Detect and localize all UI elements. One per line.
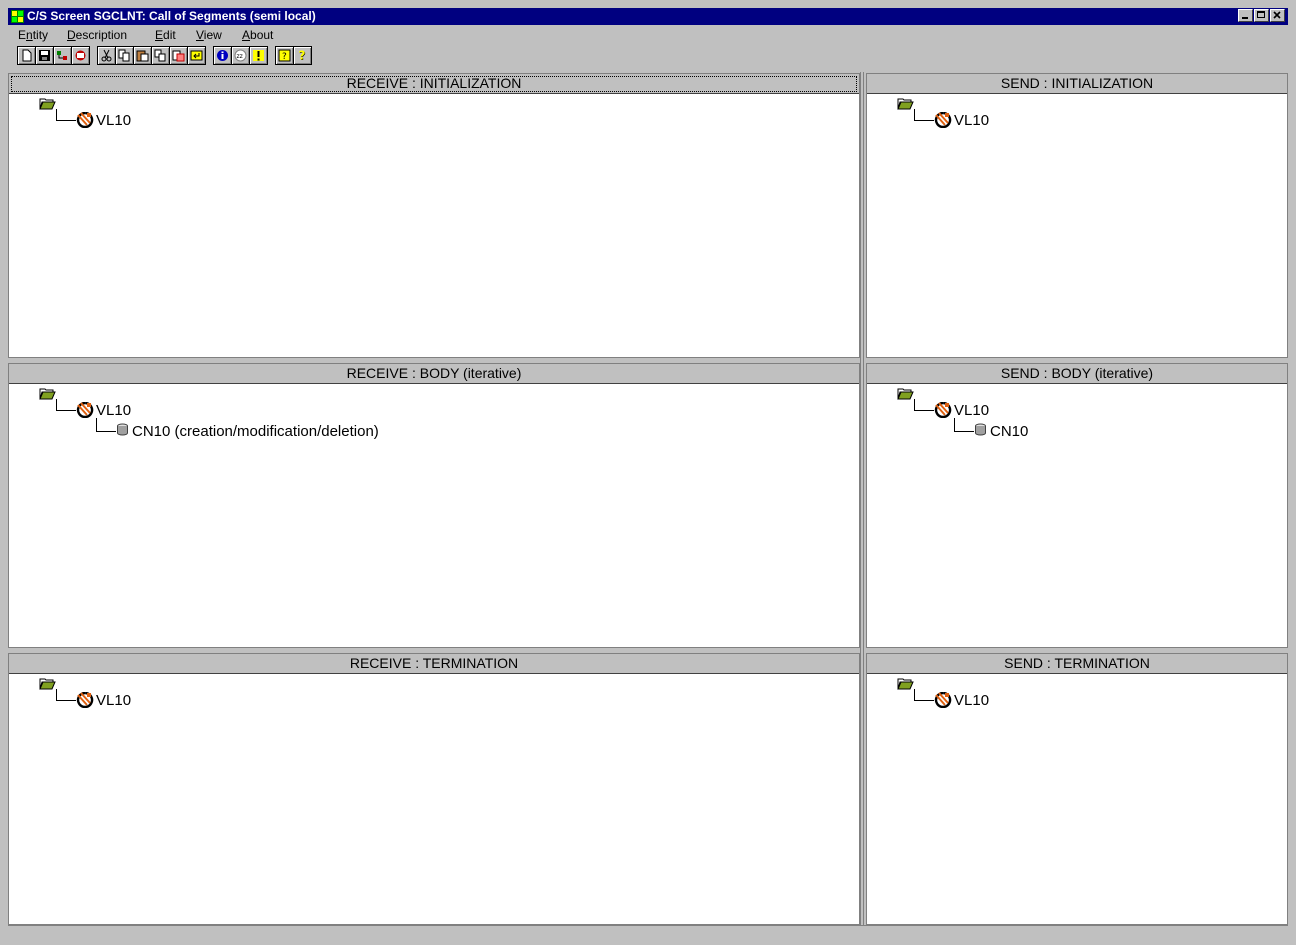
window-title: C/S Screen SGCLNT: Call of Segments (sem…	[27, 9, 316, 23]
tree-connector	[954, 418, 974, 432]
tree-receive-initialization: VL10	[9, 94, 859, 357]
tree-icon[interactable]	[53, 46, 72, 65]
pane-header-receive-termination[interactable]: RECEIVE : TERMINATION	[9, 654, 859, 674]
tree-connector	[96, 418, 116, 432]
pane-receive-termination: RECEIVE : TERMINATION VL10	[8, 653, 860, 925]
close-icon[interactable]	[1270, 9, 1285, 22]
menu-about[interactable]: About	[242, 27, 273, 43]
tree-node-label: VL10	[96, 692, 132, 709]
duplicate-icon[interactable]	[151, 46, 170, 65]
pane-receive-body: RECEIVE : BODY (iterative) VL10 CN10 (cre…	[8, 363, 860, 648]
menu-bar: Entity Description Edit View About	[8, 26, 1288, 44]
tree-connector	[56, 689, 76, 701]
toolbar: zz ? ??	[17, 46, 817, 66]
pane-header-send-body[interactable]: SEND : BODY (iterative)	[867, 364, 1287, 384]
pane-header-send-termination[interactable]: SEND : TERMINATION	[867, 654, 1287, 674]
tree-node-label: CN10	[990, 423, 1029, 440]
exclamation-icon[interactable]	[249, 46, 268, 65]
copy-icon[interactable]	[115, 46, 134, 65]
vertical-splitter[interactable]	[860, 72, 864, 925]
tree-node-label: VL10	[954, 692, 990, 709]
tree-send-termination: VL10	[867, 674, 1287, 924]
grid-app-icon[interactable]	[11, 10, 24, 23]
tree-node-label: CN10 (creation/modification/deletion)	[132, 423, 379, 440]
menu-description[interactable]: Description	[67, 27, 127, 43]
pane-send-initialization: SEND : INITIALIZATION VL10	[866, 73, 1288, 358]
title-bar: C/S Screen SGCLNT: Call of Segments (sem…	[8, 8, 1288, 25]
tree-node-label: VL10	[96, 112, 132, 129]
tree-connector	[56, 109, 76, 121]
pane-header-receive-initialization[interactable]: RECEIVE : INITIALIZATION	[9, 74, 859, 94]
tree-connector	[914, 399, 934, 411]
pane-header-send-initialization[interactable]: SEND : INITIALIZATION	[867, 74, 1287, 94]
menu-entity[interactable]: Entity	[18, 27, 48, 43]
enter-icon[interactable]	[187, 46, 206, 65]
minimize-icon[interactable]	[1238, 9, 1253, 22]
tree-connector	[914, 109, 934, 121]
new-icon[interactable]	[17, 46, 36, 65]
paste-icon[interactable]	[133, 46, 152, 65]
maximize-icon[interactable]	[1254, 9, 1269, 22]
tree-connector	[914, 689, 934, 701]
tree-connector	[56, 399, 76, 411]
menu-view[interactable]: View	[196, 27, 222, 43]
info-icon[interactable]	[213, 46, 232, 65]
help-icon[interactable]: ?	[275, 46, 294, 65]
cut-icon[interactable]	[97, 46, 116, 65]
pane-header-receive-body[interactable]: RECEIVE : BODY (iterative)	[9, 364, 859, 384]
status-bar	[8, 925, 1288, 945]
menu-edit[interactable]: Edit	[155, 27, 176, 43]
tree-receive-termination: VL10	[9, 674, 859, 924]
tree-receive-body: VL10 CN10 (creation/modification/deletion…	[9, 384, 859, 647]
print-icon[interactable]	[71, 46, 90, 65]
pane-send-body: SEND : BODY (iterative) VL10 CN10	[866, 363, 1288, 648]
pane-receive-initialization: RECEIVE : INITIALIZATION VL10	[8, 73, 860, 358]
tree-send-initialization: VL10	[867, 94, 1287, 357]
zzz-icon[interactable]: zz	[231, 46, 250, 65]
svg-text:zz: zz	[237, 53, 243, 60]
context-help-icon[interactable]: ??	[293, 46, 312, 65]
svg-text:?: ?	[299, 49, 306, 62]
save-icon[interactable]	[35, 46, 54, 65]
pane-send-termination: SEND : TERMINATION VL10	[866, 653, 1288, 925]
tree-node-label: VL10	[954, 112, 990, 129]
svg-text:?: ?	[282, 52, 287, 62]
tree-send-body: VL10 CN10	[867, 384, 1287, 647]
paste-special-icon[interactable]	[169, 46, 188, 65]
